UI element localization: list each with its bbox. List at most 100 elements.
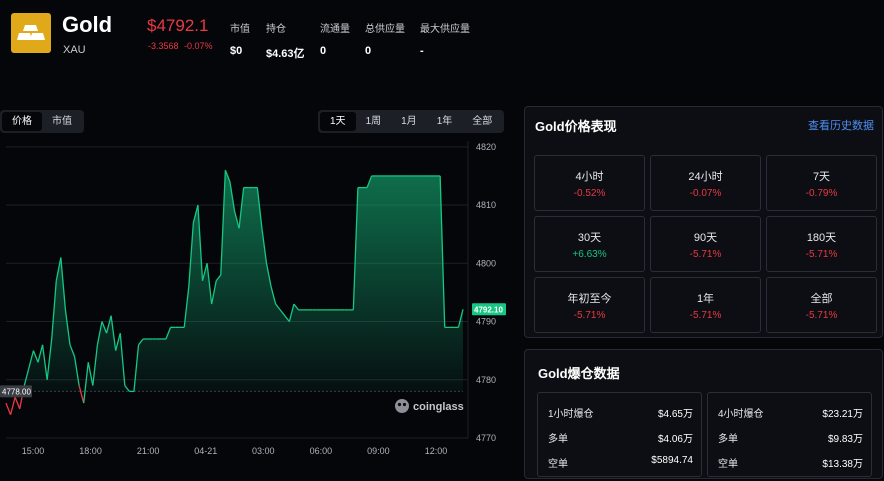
x-tick-label: 18:00: [79, 446, 102, 456]
performance-change-value: -5.71%: [805, 310, 838, 321]
stat-label: 持仓: [266, 24, 286, 35]
performance-period-label: 4小时: [575, 171, 604, 183]
y-tick-label: 4780: [476, 375, 496, 385]
range-1w[interactable]: 1周: [356, 112, 392, 131]
y-tick-label: 4800: [476, 258, 496, 268]
performance-cell: 90天 -5.71%: [650, 216, 761, 272]
watermark-text: coinglass: [413, 401, 464, 413]
range-1m[interactable]: 1月: [391, 112, 427, 131]
liq-total-row: 1小时爆仓 $4.65万: [548, 405, 693, 420]
y-tick-label: 4810: [476, 200, 496, 210]
liq-long-value: $4.06万: [657, 434, 693, 445]
y-tick-label: 4790: [476, 317, 496, 327]
performance-cell: 7天 -0.79%: [766, 155, 877, 211]
chart-type-toggle: 价格 市值: [0, 110, 84, 133]
performance-change-value: -0.79%: [805, 188, 838, 199]
range-1y[interactable]: 1年: [427, 112, 463, 131]
view-history-link[interactable]: 查看历史数据: [808, 117, 874, 133]
baseline-label: 4778.00: [2, 387, 31, 396]
stat-value: -: [420, 45, 424, 57]
liq-short-label: 空单: [548, 459, 568, 470]
x-tick-label: 03:00: [252, 446, 275, 456]
liq-short-value: $13.38万: [822, 459, 863, 470]
performance-period-label: 7天: [812, 171, 831, 183]
coin-name: Gold: [62, 12, 113, 37]
range-1d[interactable]: 1天: [320, 112, 356, 131]
price-change-percent: -0.07%: [184, 41, 213, 51]
performance-change-value: -0.52%: [573, 188, 606, 199]
liquidation-title: Gold爆仓数据: [538, 366, 620, 381]
liquidation-4h-box: 4小时爆仓 $23.21万 多单 $9.83万 空单 $13.38万: [707, 392, 872, 477]
price-line-segment: [5, 402, 12, 415]
liq-total-row: 4小时爆仓 $23.21万: [718, 405, 863, 420]
time-range-toggle: 1天 1周 1月 1年 全部: [318, 110, 505, 133]
price-performance-panel: Gold价格表现 查看历史数据 4小时 -0.52% 24小时 -0.07% 7天 -0.…: [524, 106, 883, 338]
y-tick-label: 4820: [476, 142, 496, 152]
current-price: $4792.1: [147, 16, 209, 35]
x-tick-label: 21:00: [137, 446, 160, 456]
performance-change-value: -0.07%: [689, 188, 722, 199]
x-tick-label: 12:00: [425, 446, 448, 456]
stat-total-supply: 总供应量 0: [365, 20, 405, 57]
performance-period-label: 1年: [696, 293, 715, 305]
performance-change-value: -5.71%: [689, 310, 722, 321]
liq-total-value: $23.21万: [822, 409, 863, 420]
stat-market-cap: 市值 $0: [230, 20, 250, 57]
stat-label: 市值: [230, 24, 250, 35]
stat-label: 流通量: [320, 24, 350, 35]
performance-cell: 全部 -5.71%: [766, 277, 877, 333]
liquidation-panel: Gold爆仓数据 1小时爆仓 $4.65万 多单 $4.06万 空单 $5894…: [524, 349, 883, 479]
stat-open-interest: 持仓 $4.63亿: [266, 20, 305, 61]
performance-period-label: 90天: [693, 232, 718, 244]
stat-label: 最大供应量: [420, 24, 470, 35]
performance-period-label: 年初至今: [567, 293, 612, 305]
tab-market-cap[interactable]: 市值: [42, 112, 82, 131]
liq-period-label: 1小时爆仓: [548, 409, 594, 420]
liquidation-1h-box: 1小时爆仓 $4.65万 多单 $4.06万 空单 $5894.74: [537, 392, 702, 477]
performance-cell: 4小时 -0.52%: [534, 155, 645, 211]
price-chart[interactable]: 4778.00 4792.10 4820 4810 4800 4790 4780 4770 1…: [0, 136, 510, 466]
performance-period-label: 全部: [810, 293, 833, 305]
x-tick-label: 15:00: [22, 446, 45, 456]
liq-long-label: 多单: [548, 434, 568, 445]
tab-price[interactable]: 价格: [2, 112, 42, 131]
liq-long-value: $9.83万: [827, 434, 863, 445]
price-line-segment: [14, 396, 21, 410]
coin-symbol: XAU: [63, 44, 86, 56]
coinglass-logo-icon: [395, 399, 409, 413]
stat-value: $4.63亿: [266, 48, 305, 60]
performance-cell: 年初至今 -5.71%: [534, 277, 645, 333]
price-line-segment: [78, 385, 85, 404]
performance-cell: 1年 -5.71%: [650, 277, 761, 333]
x-tick-label: 06:00: [310, 446, 333, 456]
performance-period-label: 24小时: [688, 171, 723, 183]
performance-change-value: -5.71%: [689, 249, 722, 260]
liq-long-row: 多单 $4.06万: [548, 430, 693, 445]
performance-change-value: +6.63%: [572, 249, 607, 260]
performance-period-label: 180天: [806, 232, 837, 244]
stat-value: 0: [365, 45, 372, 57]
liq-long-label: 多单: [718, 434, 738, 445]
price-line-segment: [9, 397, 16, 415]
performance-change-value: -5.71%: [805, 249, 838, 260]
stat-max-supply: 最大供应量 -: [420, 20, 470, 57]
x-tick-label: 04-21: [194, 446, 217, 456]
performance-cell: 180天 -5.71%: [766, 216, 877, 272]
liq-short-row: 空单 $5894.74: [548, 455, 693, 470]
range-all[interactable]: 全部: [462, 112, 502, 131]
stat-circulating-supply: 流通量 0: [320, 20, 350, 57]
stat-value: $0: [230, 45, 243, 57]
last-price-label: 4792.10: [474, 305, 503, 314]
y-tick-label: 4770: [476, 433, 496, 443]
price-change-absolute: -3.3568: [148, 41, 179, 51]
liq-short-value: $5894.74: [651, 455, 693, 466]
liq-long-row: 多单 $9.83万: [718, 430, 863, 445]
liq-period-label: 4小时爆仓: [718, 409, 764, 420]
performance-change-value: -5.71%: [573, 310, 606, 321]
stat-label: 总供应量: [365, 24, 405, 35]
liq-total-value: $4.65万: [657, 409, 693, 420]
performance-cell: 24小时 -0.07%: [650, 155, 761, 211]
stat-value: 0: [320, 45, 327, 57]
performance-cell: 30天 +6.63%: [534, 216, 645, 272]
performance-period-label: 30天: [577, 232, 602, 244]
